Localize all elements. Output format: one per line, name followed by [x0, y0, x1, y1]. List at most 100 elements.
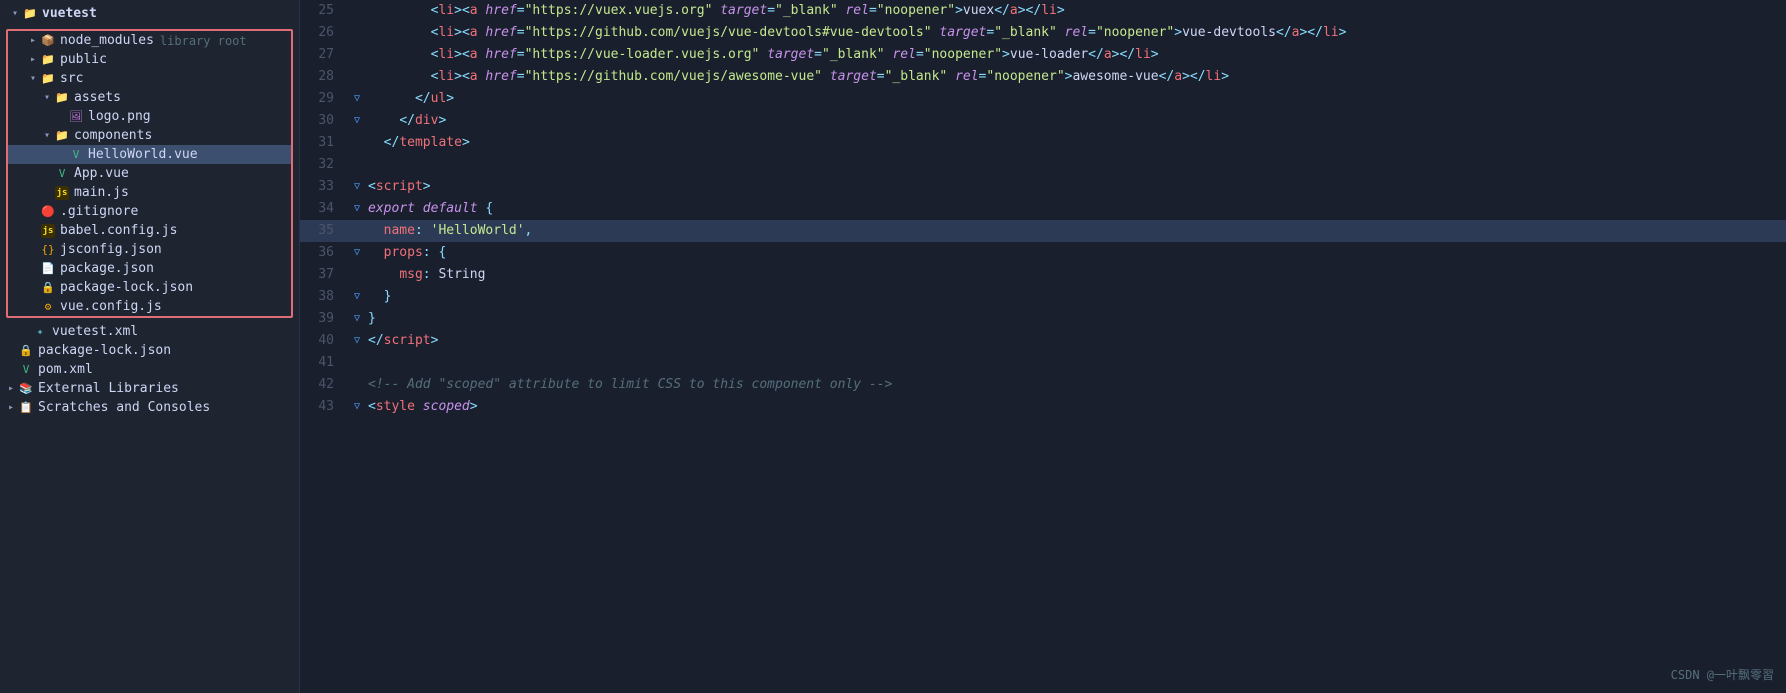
package-lock-icon: 🔒	[40, 281, 56, 294]
code-content-37: msg: String	[364, 264, 1786, 286]
src-label: src	[60, 71, 83, 86]
fold-33: ▽	[350, 176, 364, 198]
gitignore-label: .gitignore	[60, 204, 138, 219]
code-content-35: name: 'HelloWorld',	[364, 220, 1786, 242]
vue-config-icon: ⚙	[40, 300, 56, 313]
assets-folder-icon: 📁	[54, 91, 70, 104]
sidebar-item-public[interactable]: ▸ 📁 public	[8, 50, 291, 69]
fold-40: ▽	[350, 330, 364, 352]
fold-43: ▽	[350, 396, 364, 418]
arrow-node-modules: ▸	[26, 35, 40, 46]
components-folder-icon: 📁	[54, 129, 70, 142]
line-num-29: 29	[300, 88, 350, 110]
line-num-33: 33	[300, 176, 350, 198]
logo-png-label: logo.png	[88, 109, 151, 124]
sidebar-item-scratches[interactable]: ▸ 📋 Scratches and Consoles	[0, 398, 299, 417]
helloworld-vue-label: HelloWorld.vue	[88, 147, 198, 162]
line-num-41: 41	[300, 352, 350, 374]
arrow-scratches: ▸	[4, 402, 18, 413]
sidebar-item-components[interactable]: ▾ 📁 components	[8, 126, 291, 145]
root-label: vuetest	[42, 6, 97, 21]
code-line-38: 38 ▽ }	[300, 286, 1786, 308]
sidebar-item-assets[interactable]: ▾ 📁 assets	[8, 88, 291, 107]
line-num-27: 27	[300, 44, 350, 66]
line-num-42: 42	[300, 374, 350, 396]
assets-label: assets	[74, 90, 121, 105]
code-line-39: 39 ▽ }	[300, 308, 1786, 330]
sidebar-item-external-libraries[interactable]: ▸ 📚 External Libraries	[0, 379, 299, 398]
code-line-27: 27 <li><a href="https://vue-loader.vuejs…	[300, 44, 1786, 66]
sidebar-item-helloworld-vue[interactable]: V HelloWorld.vue	[8, 145, 291, 164]
line-num-25: 25	[300, 0, 350, 22]
babel-icon: js	[40, 224, 56, 238]
fold-38: ▽	[350, 286, 364, 308]
code-line-40: 40 ▽ </script>	[300, 330, 1786, 352]
sidebar-item-pom-xml[interactable]: V pom.xml	[0, 360, 299, 379]
logo-png-icon: 🖼	[68, 110, 84, 123]
app-vue-label: App.vue	[74, 166, 129, 181]
watermark: CSDN @一叶飘零習	[1671, 666, 1774, 683]
code-line-37: 37 msg: String	[300, 264, 1786, 286]
root-folder-icon: 📁	[22, 7, 38, 20]
code-content-31: </template>	[364, 132, 1786, 154]
public-label: public	[60, 52, 107, 67]
fold-36: ▽	[350, 242, 364, 264]
code-content-30: </div>	[364, 110, 1786, 132]
node-modules-label: node_modules	[60, 33, 154, 48]
line-num-39: 39	[300, 308, 350, 330]
sidebar-item-root-package-lock[interactable]: 🔒 package-lock.json	[0, 341, 299, 360]
arrow-assets: ▾	[40, 92, 54, 103]
line-num-31: 31	[300, 132, 350, 154]
fold-30: ▽	[350, 110, 364, 132]
code-line-26: 26 <li><a href="https://github.com/vuejs…	[300, 22, 1786, 44]
line-num-30: 30	[300, 110, 350, 132]
pom-xml-icon: V	[18, 363, 34, 376]
code-content-26: <li><a href="https://github.com/vuejs/vu…	[364, 22, 1786, 44]
sidebar-item-package-lock-json[interactable]: 🔒 package-lock.json	[8, 278, 291, 297]
code-content-43: <style scoped>	[364, 396, 1786, 418]
line-num-36: 36	[300, 242, 350, 264]
app-vue-icon: V	[54, 167, 70, 180]
code-content-27: <li><a href="https://vue-loader.vuejs.or…	[364, 44, 1786, 66]
line-num-40: 40	[300, 330, 350, 352]
arrow-external-libraries: ▸	[4, 383, 18, 394]
public-folder-icon: 📁	[40, 53, 56, 66]
code-line-35: 35 name: 'HelloWorld',	[300, 220, 1786, 242]
root-pkg-lock-icon: 🔒	[18, 344, 34, 357]
pom-xml-label: pom.xml	[38, 362, 93, 377]
code-line-28: 28 <li><a href="https://github.com/vuejs…	[300, 66, 1786, 88]
vuetest-xml-icon: ✦	[32, 325, 48, 338]
file-tree[interactable]: ▾ 📁 vuetest ▸ 📦 node_modules library roo…	[0, 0, 300, 693]
main-js-label: main.js	[74, 185, 129, 200]
sidebar-item-main-js[interactable]: js main.js	[8, 183, 291, 202]
library-root-badge: library root	[160, 34, 247, 48]
sidebar-item-app-vue[interactable]: V App.vue	[8, 164, 291, 183]
code-content-36: props: {	[364, 242, 1786, 264]
sidebar-item-jsconfig-json[interactable]: {} jsconfig.json	[8, 240, 291, 259]
code-line-32: 32	[300, 154, 1786, 176]
code-line-43: 43 ▽ <style scoped>	[300, 396, 1786, 418]
sidebar-item-vue-config[interactable]: ⚙ vue.config.js	[8, 297, 291, 316]
root-item[interactable]: ▾ 📁 vuetest	[4, 4, 295, 23]
sidebar-item-gitignore[interactable]: 🔴 .gitignore	[8, 202, 291, 221]
components-label: components	[74, 128, 152, 143]
sidebar-item-node-modules[interactable]: ▸ 📦 node_modules library root	[8, 31, 291, 50]
arrow-components: ▾	[40, 130, 54, 141]
scratches-label: Scratches and Consoles	[38, 400, 210, 415]
line-num-43: 43	[300, 396, 350, 418]
line-num-32: 32	[300, 154, 350, 176]
code-line-25: 25 <li><a href="https://vuex.vuejs.org" …	[300, 0, 1786, 22]
sidebar-item-vuetest-xml[interactable]: ✦ vuetest.xml	[0, 322, 299, 341]
code-line-33: 33 ▽ <script>	[300, 176, 1786, 198]
scratches-icon: 📋	[18, 401, 34, 414]
code-content-40: </script>	[364, 330, 1786, 352]
sidebar-item-package-json[interactable]: 📄 package.json	[8, 259, 291, 278]
sidebar-item-logo-png[interactable]: 🖼 logo.png	[8, 107, 291, 126]
code-line-34: 34 ▽ export default {	[300, 198, 1786, 220]
helloworld-vue-icon: V	[68, 148, 84, 161]
sidebar-item-babel-config[interactable]: js babel.config.js	[8, 221, 291, 240]
sidebar-item-src[interactable]: ▾ 📁 src	[8, 69, 291, 88]
package-json-icon: 📄	[40, 262, 56, 275]
fold-34: ▽	[350, 198, 364, 220]
code-content-39: }	[364, 308, 1786, 330]
